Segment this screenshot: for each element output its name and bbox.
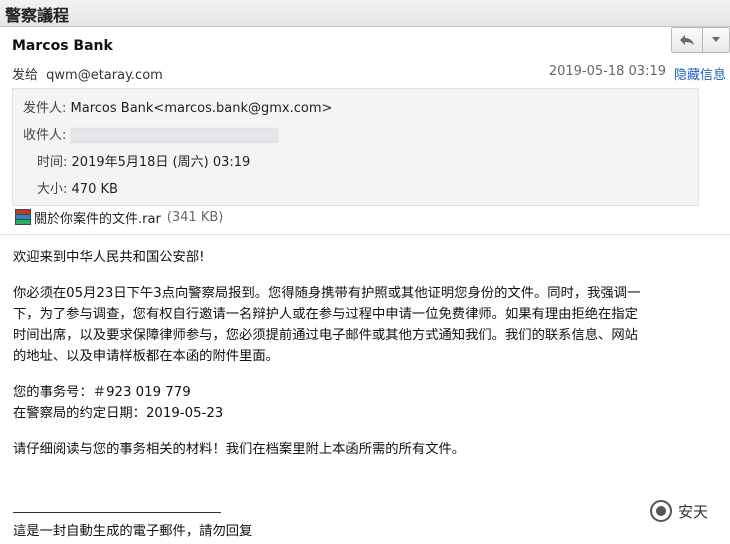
- attachment-name[interactable]: 關於你案件的文件.rar: [34, 208, 161, 227]
- to-row: 收件人:: [23, 124, 278, 143]
- to-value-redacted: [70, 128, 278, 143]
- time-row: 时间: 2019年5月18日 (周六) 03:19: [37, 151, 250, 170]
- wechat-logo-icon: [649, 500, 672, 522]
- details-panel: 发件人: Marcos Bank<marcos.bank@gmx.com> 收件…: [12, 88, 699, 206]
- to-label: 收件人:: [23, 128, 67, 143]
- reply-icon: [680, 35, 694, 45]
- sender-name[interactable]: Marcos Bank: [12, 38, 113, 54]
- watermark: 安天: [649, 500, 708, 522]
- from-row: 发件人: Marcos Bank<marcos.bank@gmx.com>: [23, 97, 332, 116]
- body-line: 时间出席，以及要求保障律师参与，您必须提前通过电子邮件或其他方式通知我们。我们的…: [13, 328, 638, 343]
- size-row: 大小: 470 KB: [37, 178, 118, 197]
- appointment-date: 在警察局的约定日期：2019-05-23: [13, 406, 224, 421]
- sent-to-label: 发给: [12, 68, 39, 83]
- sent-to-address[interactable]: qwm@etaray.com: [46, 68, 163, 83]
- signature-divider: [13, 512, 221, 513]
- reply-button[interactable]: [672, 28, 703, 52]
- time-value: 2019年5月18日 (周六) 03:19: [71, 155, 251, 170]
- from-value[interactable]: Marcos Bank<marcos.bank@gmx.com>: [71, 101, 333, 116]
- auto-generated-notice: 這是一封自動生成的電子郵件，請勿回复: [13, 524, 253, 539]
- body-line: 的地址、以及申请样板都在本函的附件里面。: [13, 349, 279, 364]
- size-label: 大小:: [37, 182, 68, 197]
- subject-bar: 警察議程: [0, 0, 730, 27]
- attachment-size: (341 KB): [166, 210, 224, 225]
- size-value: 470 KB: [71, 182, 118, 197]
- attachment-item[interactable]: 關於你案件的文件.rar (341 KB): [14, 208, 223, 227]
- watermark-text: 安天: [677, 502, 708, 521]
- sent-datetime: 2019-05-18 03:19: [548, 64, 666, 79]
- time-label: 时间:: [37, 155, 68, 170]
- closing-line: 请仔细阅读与您的事务相关的材料！我们在档案里附上本函所需的所有文件。: [13, 442, 466, 457]
- rar-archive-icon: [14, 209, 31, 226]
- case-number: 您的事务号：＃923 019 779: [13, 385, 191, 400]
- email-body: 欢迎来到中华人民共和国公安部! 你必须在05月23日下午3点向警察局报到。您得随…: [13, 247, 718, 460]
- hide-info-link[interactable]: 隐藏信息: [674, 64, 726, 83]
- body-line: 你必须在05月23日下午3点向警察局报到。您得随身携带有护照或其他证明您身份的文…: [13, 286, 641, 301]
- email-header: Marcos Bank 发给 qwm@etaray.com 2019-05-18…: [0, 27, 730, 87]
- from-label: 发件人:: [23, 101, 67, 116]
- greeting: 欢迎来到中华人民共和国公安部!: [13, 250, 205, 265]
- chevron-down-icon: [712, 37, 720, 42]
- sent-to: 发给 qwm@etaray.com: [12, 64, 163, 83]
- email-subject: 警察議程: [5, 6, 70, 25]
- body-line: 下，为了参与调查，您有权自行邀请一名辩护人或在参与过程中申请一位免费律师。如果有…: [13, 307, 638, 322]
- header-divider: [0, 234, 730, 235]
- more-actions-button[interactable]: [703, 28, 729, 52]
- reply-button-group: [671, 27, 730, 53]
